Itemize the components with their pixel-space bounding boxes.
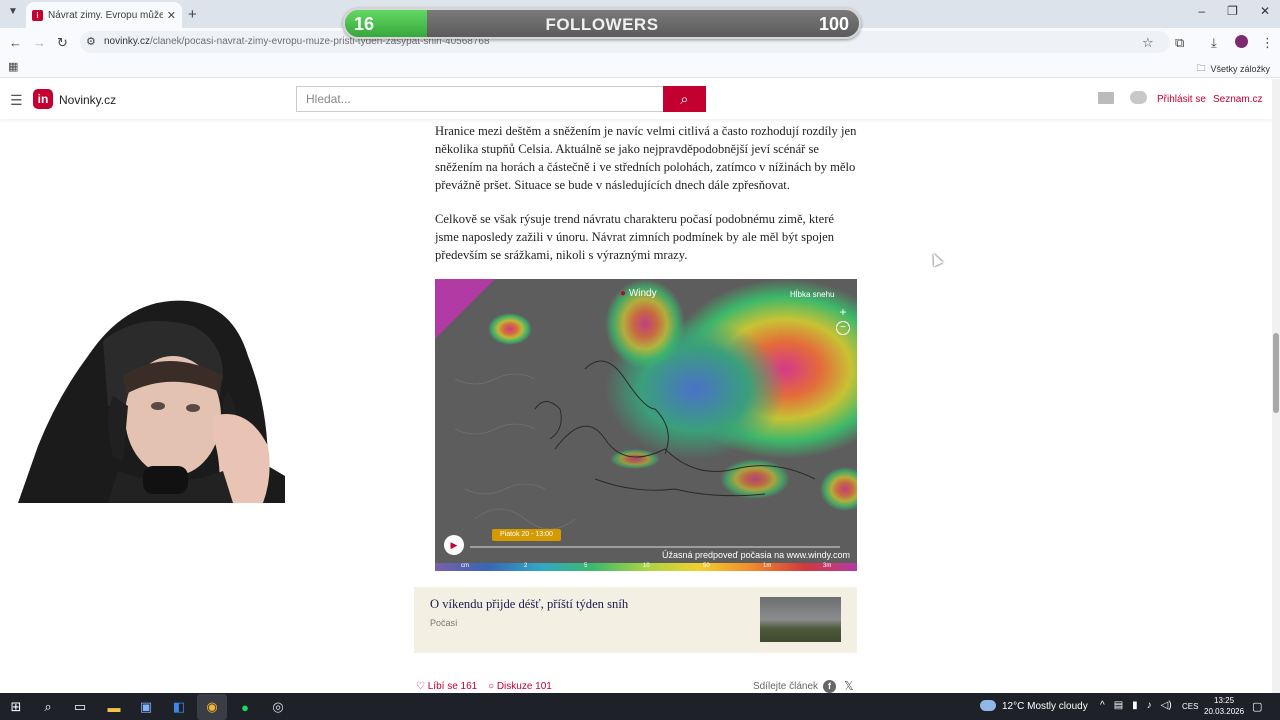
scale-label: 10 — [643, 563, 650, 569]
article-paragraph: Celkově se však rýsuje trend návratu cha… — [435, 212, 835, 262]
cloud-icon — [980, 700, 996, 711]
weather-widget[interactable]: 12°C Mostly cloudy — [1002, 701, 1088, 712]
task-view-icon[interactable]: ▭ — [70, 697, 90, 717]
tab-title: Návrat zimy. Evropu může příšt — [48, 9, 163, 21]
login-link[interactable]: Přihlásit se — [1157, 94, 1206, 105]
spotify-icon[interactable]: ● — [235, 697, 255, 717]
restore-button[interactable]: ❐ — [1227, 4, 1238, 18]
facebook-share-icon[interactable]: f — [823, 680, 836, 693]
heart-icon: ♡ — [416, 681, 425, 692]
weather-map-graphic — [435, 279, 857, 571]
related-article-thumbnail[interactable] — [760, 597, 841, 642]
windy-promo-text[interactable]: Úžasná predpoveď počasia na www.windy.co… — [662, 550, 850, 560]
time-label: Piatok 20 - 13:00 — [492, 529, 561, 541]
volume-icon[interactable]: ◁) — [1161, 700, 1172, 711]
related-article-title[interactable]: O víkendu přijde déšť, příští týden sníh — [430, 597, 628, 612]
followers-goal-bar: 16 FOLLOWERS 100 — [343, 8, 861, 39]
clock-date: 20.03.2026 — [1204, 707, 1245, 716]
play-button[interactable]: ▶ — [444, 535, 464, 555]
windy-brand: Windy — [628, 288, 657, 299]
start-windows-icon[interactable]: ⊞ — [6, 697, 26, 717]
mouse-cursor-icon — [928, 251, 944, 267]
reload-icon[interactable]: ↻ — [57, 35, 68, 51]
back-icon[interactable]: ← — [9, 35, 22, 50]
obs-icon[interactable]: ◎ — [268, 697, 288, 717]
novinky-favicon-icon: i — [32, 9, 43, 21]
chrome-menu-icon[interactable]: ⋮ — [1261, 35, 1274, 51]
forward-icon[interactable]: → — [33, 35, 46, 50]
language-indicator[interactable]: CES — [1182, 702, 1198, 711]
extensions-icon[interactable]: ⧉ — [1175, 35, 1184, 51]
outlook-icon[interactable]: ◧ — [169, 697, 189, 717]
scale-label: 5 — [584, 563, 588, 569]
browser-tab[interactable]: i Návrat zimy. Evropu může příšt ✕ — [26, 2, 182, 28]
timeline-slider[interactable] — [470, 546, 840, 548]
window-controls: – ❐ ✕ — [1198, 4, 1270, 18]
new-tab-button[interactable]: + — [188, 6, 197, 23]
tab-search-chevron-icon[interactable]: ▼ — [8, 6, 18, 17]
search-taskbar-icon[interactable]: ⌕ — [38, 697, 58, 717]
windy-map-embed[interactable] — [435, 279, 857, 571]
novinky-logo[interactable]: in — [33, 89, 53, 109]
scale-label: 50 — [703, 563, 710, 569]
related-article-category: Počasí — [430, 618, 458, 628]
url-host: novinky.cz — [104, 36, 150, 47]
folder-icon: 🗀 — [1196, 63, 1206, 73]
network-icon[interactable]: ▤ — [1114, 700, 1123, 711]
zoom-out-button[interactable]: − — [836, 321, 850, 335]
zoom-in-button[interactable]: + — [836, 305, 850, 319]
layer-label[interactable]: Hĺbka snehu — [790, 290, 834, 299]
battery-icon[interactable]: ▮ — [1132, 700, 1138, 711]
discussion-button[interactable]: ○ Diskuze 101 — [488, 681, 552, 692]
close-tab-icon[interactable]: ✕ — [167, 9, 176, 22]
scale-label: 2 — [524, 563, 528, 569]
comment-icon: ○ — [488, 681, 495, 692]
windy-logo[interactable]: ● Windy — [620, 288, 657, 299]
mail-icon[interactable] — [1098, 92, 1114, 104]
share-label: Sdílejte článek — [753, 681, 819, 692]
tray-chevron-icon[interactable]: ^ — [1100, 700, 1105, 711]
seznam-link[interactable]: Seznam.cz — [1213, 94, 1262, 105]
all-bookmarks[interactable]: 🗀 Všetky záložky — [1196, 61, 1270, 77]
x-share-icon[interactable]: 𝕏 — [844, 679, 854, 693]
clock-time: 13:25 — [1214, 696, 1235, 705]
chrome-icon[interactable]: ◉ — [202, 697, 222, 717]
hamburger-menu-icon[interactable]: ☰ — [10, 92, 23, 109]
bookmarks-bar — [0, 56, 1280, 78]
notification-icon[interactable]: ▢ — [1252, 700, 1262, 713]
all-bookmarks-label: Všetky záložky — [1210, 64, 1270, 74]
article-paragraph: Hranice mezi deštěm a sněžením je navíc … — [435, 124, 857, 192]
system-tray[interactable]: ^ ▤ ▮ ♪ ◁) — [1100, 700, 1172, 711]
profile-avatar[interactable] — [1235, 35, 1248, 48]
close-window-button[interactable]: ✕ — [1260, 4, 1270, 18]
windy-icon: ● — [620, 288, 627, 299]
scale-label: cm — [461, 563, 469, 569]
play-icon: ▶ — [450, 539, 458, 550]
search-button[interactable]: ⌕ — [663, 86, 706, 112]
search-icon: ⌕ — [680, 90, 689, 108]
chat-icon[interactable] — [1130, 91, 1147, 104]
like-count: Líbí se 161 — [427, 681, 478, 692]
followers-goal: 100 — [818, 14, 849, 34]
minimize-button[interactable]: – — [1198, 4, 1205, 18]
scale-label: 1m — [763, 563, 772, 569]
search-input[interactable]: Hledat... — [296, 86, 664, 112]
site-name[interactable]: Novinky.cz — [59, 93, 116, 107]
discussion-count: Diskuze 101 — [496, 681, 552, 692]
webcam-overlay — [18, 296, 285, 503]
scale-label: 3m — [823, 563, 832, 569]
clock[interactable]: 13:25 20.03.2026 — [1204, 695, 1244, 717]
mic-icon[interactable]: ♪ — [1147, 700, 1152, 711]
bookmark-star-icon[interactable]: ☆ — [1142, 35, 1154, 51]
followers-label: FOLLOWERS — [545, 15, 659, 34]
windows-taskbar — [0, 693, 1280, 720]
streamer-webcam-image — [18, 296, 285, 503]
download-icon[interactable]: ⤓ — [1211, 35, 1217, 51]
scrollbar-thumb[interactable] — [1273, 333, 1279, 413]
file-explorer-icon[interactable]: ▬ — [104, 697, 124, 717]
like-button[interactable]: ♡ Líbí se 161 — [416, 681, 477, 692]
apps-grid-icon[interactable]: ▦ — [8, 60, 18, 73]
store-icon[interactable]: ▣ — [136, 697, 156, 717]
site-info-icon[interactable]: ⚙ — [86, 35, 96, 48]
